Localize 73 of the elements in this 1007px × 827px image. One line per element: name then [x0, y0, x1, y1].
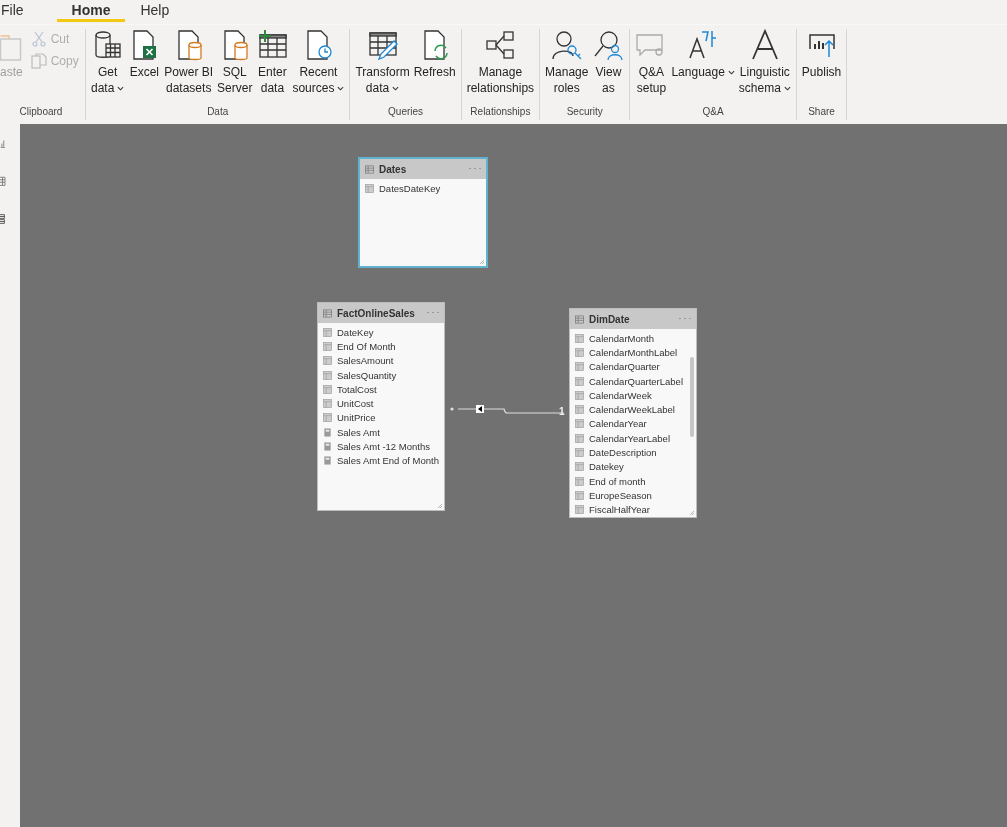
group-label: Queries	[387, 106, 425, 119]
field-row[interactable]: UnitCost	[318, 396, 444, 411]
field-row[interactable]: Sales Amt -12 Months	[318, 439, 444, 454]
ribbon-button[interactable]: View as	[590, 29, 627, 96]
ribbon-button[interactable]: SQL Server	[215, 29, 255, 96]
group-label: Relationships	[469, 106, 532, 119]
menu-tab[interactable]: File	[0, 0, 39, 22]
table-card[interactable]	[569, 308, 697, 518]
field-row[interactable]: DateDescription	[570, 445, 696, 460]
ribbon-button[interactable]: Excel	[126, 29, 163, 80]
field-row[interactable]: CalendarQuarterLabel	[570, 373, 696, 389]
scrollbar-thumb[interactable]	[690, 357, 694, 437]
field-row[interactable]: Datekey	[570, 459, 696, 474]
field-row[interactable]: CalendarMonth	[570, 331, 696, 346]
field-row[interactable]: DateKey	[318, 325, 444, 340]
menu-tab[interactable]: Home	[56, 0, 126, 22]
ribbon-button[interactable]: Recent sources	[290, 29, 347, 96]
more-icon[interactable]	[679, 317, 691, 321]
table-card[interactable]: FactOnlineSales DateKey End Of Month SalesAmount SalesQuantity TotalCost UnitCost UnitPrice Sales Amt Sales Amt -12 Months Sales Amt End of Month	[317, 302, 445, 511]
table-icon	[575, 314, 584, 324]
resize-grip-icon[interactable]	[479, 259, 485, 265]
group-label: Security	[565, 106, 604, 119]
resize-grip-icon[interactable]	[689, 510, 695, 516]
ribbon-button[interactable]: Refresh	[411, 29, 458, 80]
ribbon-button[interactable]: Power BI datasets	[162, 29, 216, 96]
field-row[interactable]: SalesAmount	[318, 353, 444, 368]
copy-icon	[30, 53, 47, 69]
group-label: Q&A	[701, 106, 725, 119]
cardinality-label: 1	[559, 406, 565, 417]
person-key-icon	[550, 29, 583, 61]
table-plus-icon	[256, 29, 289, 61]
field-row[interactable]: CalendarWeekLabel	[570, 402, 696, 417]
field-row[interactable]: Sales Amt End of Month	[318, 453, 444, 468]
group-label: Clipboard	[18, 106, 64, 119]
resize-grip-icon[interactable]	[437, 503, 443, 509]
table-name: FactOnlineSales	[337, 307, 416, 319]
field-row[interactable]: CalendarWeek	[570, 388, 696, 403]
field-row[interactable]: TotalCost	[318, 382, 444, 397]
ribbon-button[interactable]: Transform data	[353, 29, 412, 96]
table-pencil-icon	[366, 29, 399, 61]
group-label: Share	[807, 106, 836, 119]
table-name: Dates	[379, 163, 408, 175]
ribbon-button[interactable]: Enter data	[254, 29, 291, 96]
more-icon[interactable]	[427, 311, 439, 315]
field-row[interactable]: CalendarYearLabel	[570, 431, 696, 446]
field-row[interactable]: DatesDateKey	[360, 181, 486, 196]
ribbon-button[interactable]: Get data	[89, 29, 127, 96]
group-label: Data	[206, 106, 230, 119]
ribbon-button[interactable]: Language	[669, 29, 737, 80]
table-card[interactable]: Dates DatesDateKey	[358, 157, 488, 268]
ribbon-button[interactable]: Linguistic schema	[736, 29, 793, 96]
ribbon-button[interactable]: Q&A setup	[633, 29, 670, 96]
field-row[interactable]: SalesQuantity	[318, 367, 444, 383]
field-row[interactable]: End of month	[570, 473, 696, 489]
field-row[interactable]: End Of Month	[318, 339, 444, 354]
field-row[interactable]: CalendarMonthLabel	[570, 345, 696, 360]
field-row[interactable]: UnitPrice	[318, 410, 444, 426]
table-icon	[365, 164, 374, 174]
diagram-icon	[484, 29, 517, 61]
people-icon	[592, 29, 625, 61]
field-row[interactable]: CalendarYear	[570, 416, 696, 432]
field-row[interactable]: FiscalHalfYear	[570, 502, 696, 517]
scissors-icon	[30, 31, 47, 47]
field-row[interactable]: CalendarQuarter	[570, 359, 696, 374]
table-name: DimDate	[589, 313, 631, 325]
ribbon-button[interactable]: Publish	[799, 29, 844, 80]
more-icon[interactable]	[469, 167, 481, 171]
field-row[interactable]: EuropeSeason	[570, 488, 696, 503]
menu-tab[interactable]: Help	[125, 0, 185, 22]
ribbon-button[interactable]: Manage roles	[543, 29, 591, 96]
ribbon-button[interactable]: Manage relationships	[464, 29, 537, 96]
field-row[interactable]: Sales Amt	[318, 425, 444, 440]
table-icon	[323, 308, 332, 318]
